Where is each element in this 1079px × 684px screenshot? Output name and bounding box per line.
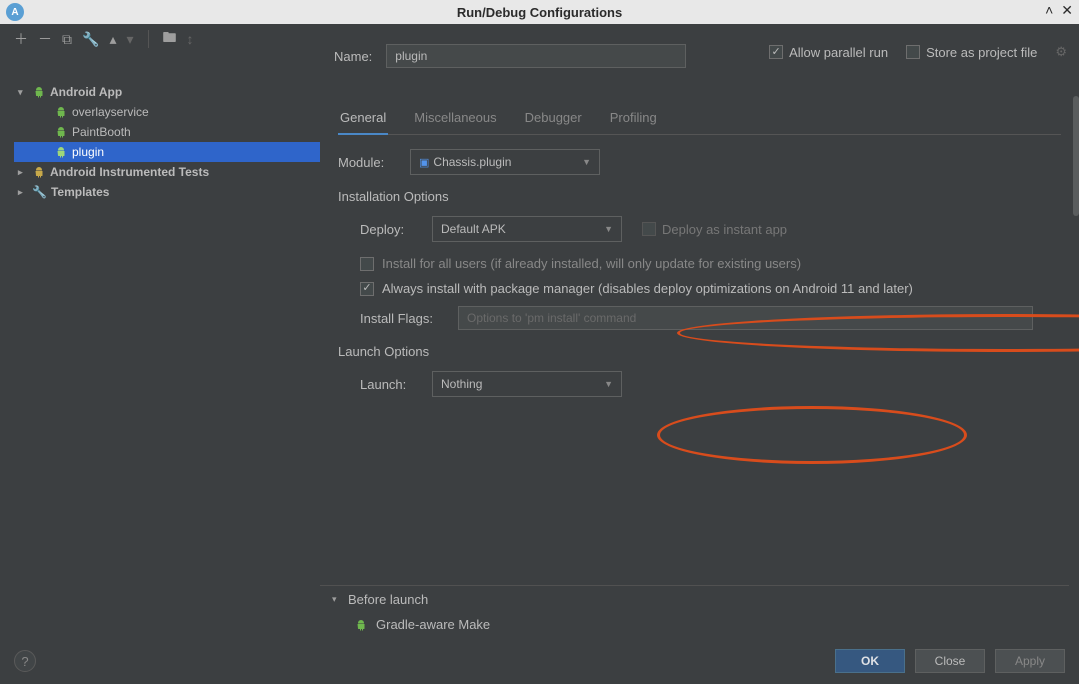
install-flags-input[interactable]: [458, 306, 1033, 330]
tab-debugger[interactable]: Debugger: [523, 104, 584, 134]
module-label: Module:: [338, 155, 398, 170]
launch-label: Launch:: [360, 377, 420, 392]
install-all-users-label: Install for all users (if already instal…: [382, 256, 801, 271]
wrench-icon: 🔧: [32, 185, 47, 199]
window-title: Run/Debug Configurations: [457, 5, 622, 20]
allow-parallel-checkbox[interactable]: Allow parallel run: [769, 45, 888, 60]
name-label: Name:: [334, 49, 372, 64]
allow-parallel-label: Allow parallel run: [789, 45, 888, 60]
sort-icon[interactable]: ↕: [187, 31, 194, 47]
checkbox-icon: [906, 45, 920, 59]
deploy-instant-checkbox[interactable]: Deploy as instant app: [642, 222, 787, 237]
install-flags-label: Install Flags:: [360, 311, 446, 326]
always-pm-label: Always install with package manager (dis…: [382, 281, 913, 296]
android-test-icon: [32, 165, 46, 179]
chevron-down-icon: ▾: [18, 87, 28, 98]
scrollbar[interactable]: [1071, 96, 1079, 586]
module-value: Chassis.plugin: [433, 155, 511, 169]
config-tree-panel: ▾ Android App overlayservice PaintBooth …: [0, 66, 320, 638]
toolbar-divider: [148, 30, 149, 48]
tree-label: Android App: [50, 85, 122, 99]
dialog-footer: ? OK Close Apply: [0, 638, 1079, 684]
android-icon: [54, 145, 68, 159]
folder-icon[interactable]: 🖿: [163, 27, 177, 51]
gear-icon[interactable]: ⚙: [1055, 44, 1067, 60]
before-launch-section: ▾ Before launch Gradle-aware Make: [320, 585, 1069, 638]
up-icon[interactable]: ▴: [109, 31, 116, 48]
help-button[interactable]: ?: [14, 650, 36, 672]
close-icon[interactable]: ✕: [1061, 2, 1073, 19]
deploy-value: Default APK: [441, 222, 506, 236]
deploy-dropdown[interactable]: Default APK ▼: [432, 216, 622, 242]
checkbox-icon: [769, 45, 783, 59]
tree-item-instrumented[interactable]: ▸ Android Instrumented Tests: [14, 162, 320, 182]
launch-section-title: Launch Options: [338, 344, 1061, 359]
tree-item-overlayservice[interactable]: overlayservice: [14, 102, 320, 122]
tree-item-templates[interactable]: ▸ 🔧 Templates: [14, 182, 320, 202]
config-tabs: General Miscellaneous Debugger Profiling: [338, 104, 1061, 135]
tree-item-plugin[interactable]: plugin: [14, 142, 320, 162]
ok-button[interactable]: OK: [835, 649, 905, 673]
before-launch-item-label: Gradle-aware Make: [376, 617, 490, 632]
store-project-checkbox[interactable]: Store as project file: [906, 45, 1037, 60]
android-icon: [54, 125, 68, 139]
module-icon: ▣: [419, 157, 429, 169]
config-form-panel: General Miscellaneous Debugger Profiling…: [320, 66, 1079, 638]
tree-label: Android Instrumented Tests: [50, 165, 209, 179]
close-button[interactable]: Close: [915, 649, 985, 673]
tab-miscellaneous[interactable]: Miscellaneous: [412, 104, 498, 134]
annotation-ellipse: [657, 406, 967, 464]
chevron-right-icon: ▸: [18, 167, 28, 178]
before-launch-toggle[interactable]: ▾ Before launch: [320, 586, 1069, 613]
tree-item-paintbooth[interactable]: PaintBooth: [14, 122, 320, 142]
chevron-down-icon: ▼: [604, 379, 613, 389]
before-launch-item[interactable]: Gradle-aware Make: [320, 613, 1069, 638]
install-section-title: Installation Options: [338, 189, 1061, 204]
launch-dropdown[interactable]: Nothing ▼: [432, 371, 622, 397]
titlebar: A Run/Debug Configurations ˄ ✕: [0, 0, 1079, 24]
checkbox-icon: [642, 222, 656, 236]
module-dropdown[interactable]: ▣ Chassis.plugin ▼: [410, 149, 600, 175]
install-all-users-checkbox[interactable]: Install for all users (if already instal…: [360, 256, 1061, 271]
checkbox-icon: [360, 257, 374, 271]
android-icon: [54, 105, 68, 119]
tree-label: PaintBooth: [72, 125, 131, 139]
store-project-label: Store as project file: [926, 45, 1037, 60]
launch-value: Nothing: [441, 377, 482, 391]
tree-label: overlayservice: [72, 105, 149, 119]
deploy-label: Deploy:: [360, 222, 420, 237]
name-input[interactable]: [386, 44, 686, 68]
deploy-instant-label: Deploy as instant app: [662, 222, 787, 237]
chevron-down-icon: ▼: [582, 157, 591, 167]
tree-label: Templates: [51, 185, 109, 199]
checkbox-icon: [360, 282, 374, 296]
down-icon[interactable]: ▾: [126, 31, 133, 48]
chevron-right-icon: ▸: [18, 187, 28, 198]
app-icon: A: [6, 3, 24, 21]
before-launch-title: Before launch: [348, 592, 428, 607]
android-icon: [32, 85, 46, 99]
apply-button[interactable]: Apply: [995, 649, 1065, 673]
tab-profiling[interactable]: Profiling: [608, 104, 659, 134]
android-icon: [354, 618, 368, 632]
copy-icon[interactable]: ⧉: [62, 31, 72, 48]
chevron-down-icon: ▾: [332, 594, 342, 605]
chevron-down-icon: ▼: [604, 224, 613, 234]
tree-label: plugin: [72, 145, 104, 159]
wrench-icon[interactable]: 🔧: [82, 31, 99, 48]
always-pm-checkbox[interactable]: Always install with package manager (dis…: [360, 281, 1061, 296]
tree-item-android-app[interactable]: ▾ Android App: [14, 82, 320, 102]
tab-general[interactable]: General: [338, 104, 388, 135]
minimize-icon[interactable]: ˄: [1045, 2, 1053, 19]
remove-icon[interactable]: －: [38, 29, 52, 49]
add-icon[interactable]: ＋: [14, 29, 28, 49]
